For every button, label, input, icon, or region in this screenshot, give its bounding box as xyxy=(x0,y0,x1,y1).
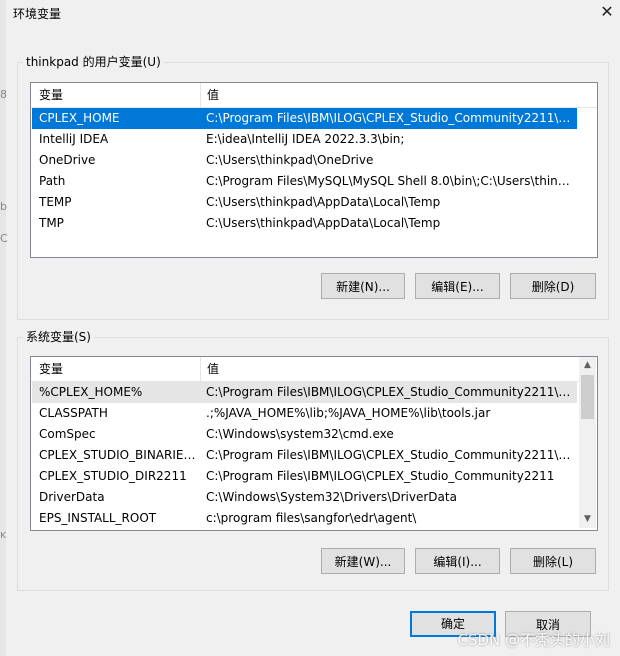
table-row[interactable]: EPS_INSTALL_ROOT c:\program files\sangfo… xyxy=(32,508,577,529)
table-row[interactable]: DriverData C:\Windows\System32\Drivers\D… xyxy=(32,487,577,508)
variable-name: EPS_INSTALL_ROOT xyxy=(39,511,157,525)
user-new-button[interactable]: 新建(N)... xyxy=(321,273,405,299)
table-row[interactable]: OneDrive C:\Users\thinkpad\OneDrive xyxy=(32,150,577,171)
scroll-up-icon[interactable]: ▲ xyxy=(579,357,596,374)
table-row[interactable]: CLASSPATH .;%JAVA_HOME%\lib;%JAVA_HOME%\… xyxy=(32,403,577,424)
table-row[interactable]: ComSpec C:\Windows\system32\cmd.exe xyxy=(32,424,577,445)
table-row[interactable]: CPLEX_STUDIO_BINARIES... C:\Program File… xyxy=(32,445,577,466)
variable-name: CPLEX_HOME xyxy=(39,111,120,125)
variable-name: DriverData xyxy=(39,490,105,504)
variable-name: TMP xyxy=(39,216,64,230)
vertical-scrollbar[interactable]: ▲ ▼ xyxy=(579,357,596,528)
table-row[interactable]: TMP C:\Users\thinkpad\AppData\Local\Temp xyxy=(32,213,577,234)
environment-variables-dialog: 环境变量 ✕ thinkpad 的用户变量(U) 变量 值 CPLEX_HOME… xyxy=(0,0,620,656)
variable-name: CPLEX_STUDIO_BINARIES... xyxy=(39,448,197,462)
variable-value: C:\Windows\System32\Drivers\DriverData xyxy=(206,490,457,504)
column-header-value[interactable]: 值 xyxy=(201,357,219,381)
variable-name: OneDrive xyxy=(39,153,96,167)
system-variables-list[interactable]: 变量 值 %CPLEX_HOME% C:\Program Files\IBM\I… xyxy=(30,356,598,531)
table-row[interactable]: TEMP C:\Users\thinkpad\AppData\Local\Tem… xyxy=(32,192,577,213)
scrollbar-thumb[interactable] xyxy=(581,375,594,419)
system-edit-button[interactable]: 编辑(I)... xyxy=(415,548,500,574)
column-header-value[interactable]: 值 xyxy=(201,83,219,107)
column-header-variable[interactable]: 变量 xyxy=(33,357,63,381)
close-icon[interactable]: ✕ xyxy=(596,0,618,24)
variable-value: C:\Program Files\IBM\ILOG\CPLEX_Studio_C… xyxy=(206,385,574,399)
dialog-title: 环境变量 xyxy=(13,7,62,21)
variable-value: C:\Program Files\IBM\ILOG\CPLEX_Studio_C… xyxy=(206,111,574,125)
variable-name: TEMP xyxy=(39,195,72,209)
table-row[interactable]: Path C:\Program Files\MySQL\MySQL Shell … xyxy=(32,171,577,192)
variable-value: c:\program files\sangfor\edr\agent\ xyxy=(206,511,417,525)
list-header: 变量 值 xyxy=(31,357,597,382)
system-variables-label: 系统变量(S) xyxy=(23,330,94,344)
variable-value: C:\Program Files\MySQL\MySQL Shell 8.0\b… xyxy=(206,174,574,188)
variable-value: E:\idea\IntelliJ IDEA 2022.3.3\bin; xyxy=(206,132,405,146)
system-new-button[interactable]: 新建(W)... xyxy=(321,548,405,574)
variable-value: C:\Users\thinkpad\AppData\Local\Temp xyxy=(206,195,441,209)
system-delete-button[interactable]: 删除(L) xyxy=(510,548,596,574)
variable-value: C:\Users\thinkpad\AppData\Local\Temp xyxy=(206,216,441,230)
variable-name: ComSpec xyxy=(39,427,96,441)
user-edit-button[interactable]: 编辑(E)... xyxy=(415,273,500,299)
column-header-variable[interactable]: 变量 xyxy=(33,83,63,107)
table-row[interactable]: IntelliJ IDEA E:\idea\IntelliJ IDEA 2022… xyxy=(32,129,577,150)
variable-value: C:\Program Files\IBM\ILOG\CPLEX_Studio_C… xyxy=(206,469,555,483)
variable-value: C:\Windows\system32\cmd.exe xyxy=(206,427,394,441)
user-delete-button[interactable]: 删除(D) xyxy=(510,273,596,299)
scroll-down-icon[interactable]: ▼ xyxy=(579,511,596,528)
variable-name: Path xyxy=(39,174,66,188)
table-row[interactable]: CPLEX_HOME C:\Program Files\IBM\ILOG\CPL… xyxy=(32,108,577,129)
variable-name: IntelliJ IDEA xyxy=(39,132,109,146)
variable-value: C:\Program Files\IBM\ILOG\CPLEX_Studio_C… xyxy=(206,448,574,462)
user-variables-label: thinkpad 的用户变量(U) xyxy=(23,55,164,69)
variable-name: %CPLEX_HOME% xyxy=(39,385,143,399)
watermark: CSDN @不秃头的小刘 xyxy=(457,631,610,649)
list-header: 变量 值 xyxy=(31,83,597,108)
user-variables-list[interactable]: 变量 值 CPLEX_HOME C:\Program Files\IBM\ILO… xyxy=(30,82,598,258)
variable-name: CPLEX_STUDIO_DIR2211 xyxy=(39,469,187,483)
variable-value: .;%JAVA_HOME%\lib;%JAVA_HOME%\lib\tools.… xyxy=(206,406,491,420)
variable-value: C:\Users\thinkpad\OneDrive xyxy=(206,153,374,167)
table-row[interactable]: CPLEX_STUDIO_DIR2211 C:\Program Files\IB… xyxy=(32,466,577,487)
variable-name: CLASSPATH xyxy=(39,406,108,420)
table-row[interactable]: %CPLEX_HOME% C:\Program Files\IBM\ILOG\C… xyxy=(32,382,577,403)
